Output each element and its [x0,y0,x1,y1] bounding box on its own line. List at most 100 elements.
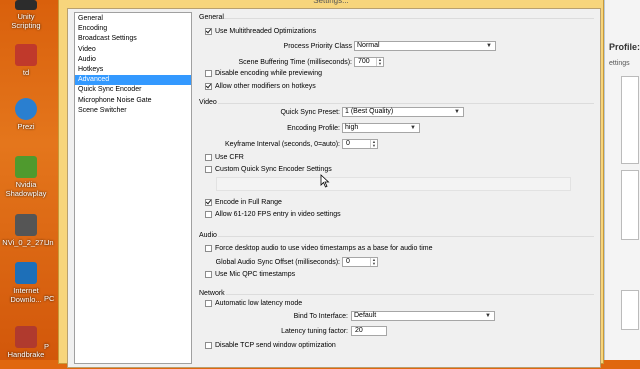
custom-quick-sync-checkbox[interactable]: Custom Quick Sync Encoder Settings [205,166,332,173]
nav-item-encoding[interactable]: Encoding [75,24,191,34]
mic-qpc-timestamps-checkbox[interactable]: Use Mic QPC timestamps [205,271,295,278]
window-title: Settings... [313,0,349,5]
encoding-profile-select[interactable]: high ▼ [342,123,420,133]
encode-full-range-checkbox[interactable]: Encode in Full Range [205,199,282,206]
use-cfr-checkbox[interactable]: Use CFR [205,154,244,161]
checkbox-box [205,28,212,35]
nav-item-broadcast-settings[interactable]: Broadcast Settings [75,34,191,44]
custom-settings-field [216,177,571,191]
chevron-down-icon: ▼ [486,43,492,49]
checkbox-box [205,70,212,77]
desktop-icon-nvidia[interactable]: Nvidia Shadowplay [0,156,52,198]
scene-buffering-label: Scene Buffering Time (milliseconds): [238,59,352,66]
quick-sync-preset-label: Quick Sync Preset: [280,109,340,116]
input-value: 20 [355,327,363,334]
checkbox-label: Encode in Full Range [215,199,282,206]
select-value: Normal [357,42,380,49]
process-priority-select[interactable]: Normal ▼ [354,41,496,51]
section-title-network: Network [199,290,225,297]
thumbnail [621,170,639,240]
use-multithreaded-checkbox[interactable]: Use Multithreaded Optimizations [205,28,316,35]
desktop-icon-label: Prezi [17,122,35,131]
nav-item-microphone-noise-gate[interactable]: Microphone Noise Gate [75,96,191,106]
keyframe-interval-spinner[interactable]: 0 ▲ ▼ [342,139,378,149]
section-divider [218,103,594,104]
nav-item-audio[interactable]: Audio [75,55,191,65]
chevron-down-icon: ▼ [410,125,416,131]
bind-interface-select[interactable]: Default ▼ [351,311,495,321]
audio-sync-offset-label: Global Audio Sync Offset (milliseconds): [215,259,340,266]
auto-low-latency-checkbox[interactable]: Automatic low latency mode [205,300,302,307]
checkbox-box [205,154,212,161]
settings-nav-list: General Encoding Broadcast Settings Vide… [74,12,192,364]
process-priority-label: Process Priority Class [283,43,352,50]
prezi-icon [15,98,37,120]
bind-interface-label: Bind To Interface: [293,313,348,320]
checkbox-box [205,300,212,307]
nav-item-general[interactable]: General [75,14,191,24]
scene-buffering-spinner[interactable]: 700 ▲ ▼ [354,57,384,67]
background-window-subtitle: ettings [609,60,630,67]
unity-icon [15,0,37,10]
desktop-icon-label: Nvidia Shadowplay [5,180,47,198]
desktop-icon-prezi[interactable]: Prezi [0,98,52,131]
encoding-profile-label: Encoding Profile: [287,125,340,132]
chevron-down-icon: ▼ [454,109,460,115]
section-title-audio: Audio [199,232,217,239]
nav-item-scene-switcher[interactable]: Scene Switcher [75,106,191,116]
select-value: Default [354,312,377,319]
spin-arrows-icon[interactable]: ▲ ▼ [376,58,383,66]
checkbox-label: Use Multithreaded Optimizations [215,28,317,35]
spinner-value: 700 [358,58,370,65]
handbrake-icon [15,326,37,348]
section-divider [226,294,594,295]
desktop-icon-unity[interactable]: Unity Scripting [0,0,52,30]
nvidia-icon [15,156,37,178]
checkbox-label: Disable TCP send window optimization [215,342,336,349]
checkbox-box [205,342,212,349]
latency-factor-label: Latency tuning factor: [281,328,348,335]
checkbox-box [205,245,212,252]
allow-high-fps-checkbox[interactable]: Allow 61-120 FPS entry in video settings [205,211,341,218]
checkbox-label: Custom Quick Sync Encoder Settings [215,166,332,173]
desktop-icon-label: Handbrake [7,350,45,359]
desktop-icon-label: Unity Scripting [11,12,41,30]
checkbox-label: Allow 61-120 FPS entry in video settings [215,211,341,218]
audio-sync-offset-spinner[interactable]: 0 ▲ ▼ [342,257,378,267]
download-manager-icon [15,262,37,284]
advanced-settings-panel: General Use Multithreaded Optimizations … [196,9,600,369]
nav-item-hotkeys[interactable]: Hotkeys [75,65,191,75]
section-title-video: Video [199,99,217,106]
disable-encoding-preview-checkbox[interactable]: Disable encoding while previewing [205,70,322,77]
spinner-value: 0 [346,140,350,147]
keyframe-interval-label: Keyframe Interval (seconds, 0=auto): [225,141,340,148]
checkbox-label: Disable encoding while previewing [215,70,323,77]
allow-modifiers-checkbox[interactable]: Allow other modifiers on hotkeys [205,83,316,90]
desktop-icon-td[interactable]: td [0,44,52,77]
checkbox-label: Allow other modifiers on hotkeys [215,83,316,90]
nav-item-quick-sync-encoder[interactable]: Quick Sync Encoder [75,85,191,95]
checkbox-box [205,199,212,206]
force-desktop-timestamps-checkbox[interactable]: Force desktop audio to use video timesta… [205,245,433,252]
section-divider [218,236,594,237]
section-divider [224,18,594,19]
nav-item-video[interactable]: Video [75,45,191,55]
chevron-down-icon: ▼ [485,313,491,319]
background-window[interactable]: Profile: ettings [604,0,640,360]
disable-tcp-window-checkbox[interactable]: Disable TCP send window optimization [205,342,336,349]
quick-sync-preset-select[interactable]: 1 (Best Quality) ▼ [342,107,464,117]
nav-item-advanced[interactable]: Advanced [75,75,191,86]
checkbox-label: Force desktop audio to use video timesta… [215,245,433,252]
select-value: high [345,124,359,131]
background-window-title: Profile: [609,42,640,52]
mouse-cursor-icon [320,174,330,188]
latency-factor-input[interactable]: 20 [351,326,387,336]
video-file-icon [15,214,37,236]
select-value: 1 (Best Quality) [345,108,394,115]
spin-arrows-icon[interactable]: ▲ ▼ [370,140,377,148]
section-title-general: General [199,14,224,21]
spin-arrows-icon[interactable]: ▲ ▼ [370,258,377,266]
thumbnail [621,290,639,330]
desktop-icon-label: td [22,68,30,77]
archive-icon [15,44,37,66]
